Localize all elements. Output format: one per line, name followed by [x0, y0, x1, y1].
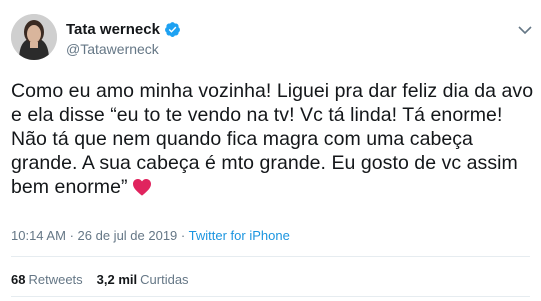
- retweets-label: Retweets: [28, 272, 83, 287]
- chevron-down-icon[interactable]: [518, 25, 532, 35]
- verified-badge-icon: [164, 22, 180, 37]
- tweet-metadata: 10:14 AM · 26 de jul de 2019 · Twitter f…: [11, 228, 290, 243]
- likes-stat[interactable]: 3,2 mil Curtidas: [97, 272, 189, 287]
- red-heart-icon: [132, 178, 151, 196]
- meta-separator: ·: [69, 228, 74, 243]
- tweet-source-link[interactable]: Twitter for iPhone: [189, 228, 290, 243]
- tweet-card: Tata werneck @Tatawerneck Como eu amo mi…: [0, 0, 541, 301]
- tweet-time[interactable]: 10:14 AM: [11, 228, 66, 243]
- tweet-date[interactable]: 26 de jul de 2019: [78, 228, 178, 243]
- author-name-row: Tata werneck: [66, 21, 181, 38]
- likes-count: 3,2 mil: [96, 272, 138, 287]
- likes-label: Curtidas: [140, 272, 189, 287]
- tweet-body: Como eu amo minha vozinha! Liguei pra da…: [11, 80, 534, 198]
- meta-separator-2: ·: [180, 228, 186, 243]
- retweets-stat[interactable]: 68 Retweets: [11, 272, 83, 287]
- avatar-photo: [11, 14, 57, 60]
- author-display-name[interactable]: Tata werneck: [66, 21, 160, 38]
- author-avatar[interactable]: [11, 14, 57, 60]
- retweets-count: 68: [11, 272, 26, 287]
- divider-bottom: [11, 296, 530, 297]
- tweet-text: Como eu amo minha vozinha! Liguei pra da…: [11, 79, 536, 199]
- tweet-stats: 68 Retweets 3,2 mil Curtidas: [11, 272, 189, 287]
- author-handle[interactable]: @Tatawerneck: [66, 41, 159, 57]
- divider: [11, 256, 530, 257]
